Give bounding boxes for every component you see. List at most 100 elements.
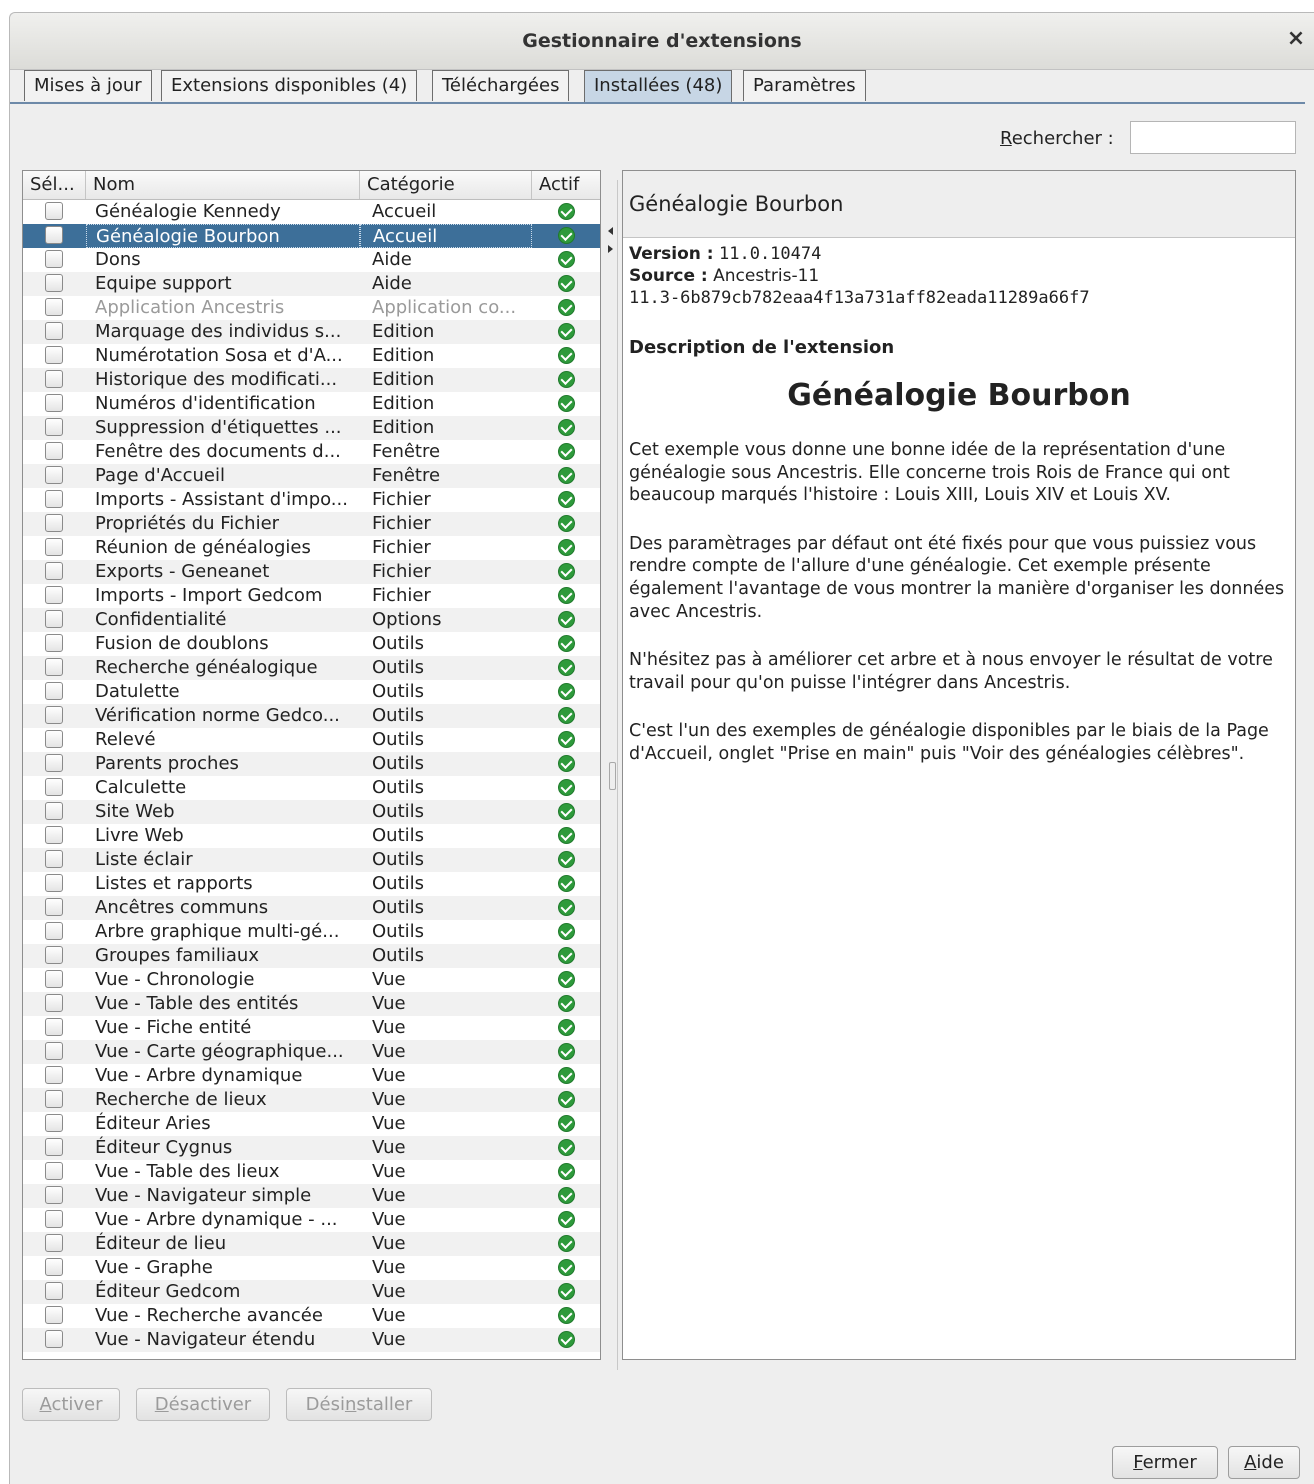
select-checkbox[interactable] [45, 1114, 63, 1132]
table-row[interactable]: Vue - Navigateur étendu Vue [23, 1328, 600, 1352]
select-checkbox[interactable] [45, 418, 63, 436]
select-checkbox[interactable] [45, 490, 63, 508]
select-checkbox[interactable] [45, 634, 63, 652]
help-button[interactable]: Aide [1228, 1446, 1300, 1479]
select-checkbox[interactable] [45, 562, 63, 580]
uninstall-button[interactable]: Désinstaller [286, 1388, 432, 1421]
table-row[interactable]: Arbre graphique multi-gé... Outils [23, 920, 600, 944]
table-row[interactable]: Parents proches Outils [23, 752, 600, 776]
column-header-category[interactable]: Catégorie [360, 171, 532, 199]
select-checkbox[interactable] [45, 898, 63, 916]
select-checkbox[interactable] [45, 994, 63, 1012]
table-row[interactable]: Relevé Outils [23, 728, 600, 752]
search-input[interactable] [1130, 121, 1296, 154]
select-checkbox[interactable] [45, 1258, 63, 1276]
table-row[interactable]: Numéros d'identification Edition [23, 392, 600, 416]
select-checkbox[interactable] [45, 1066, 63, 1084]
table-row[interactable]: Éditeur Cygnus Vue [23, 1136, 600, 1160]
select-checkbox[interactable] [45, 1138, 63, 1156]
select-checkbox[interactable] [45, 370, 63, 388]
table-row[interactable]: Recherche généalogique Outils [23, 656, 600, 680]
select-checkbox[interactable] [45, 1090, 63, 1108]
table-row[interactable]: Vue - Fiche entité Vue [23, 1016, 600, 1040]
table-row[interactable]: Datulette Outils [23, 680, 600, 704]
column-header-active[interactable]: Actif [532, 171, 600, 199]
collapse-left-arrow-icon[interactable] [608, 227, 613, 235]
table-row[interactable]: Imports - Import Gedcom Fichier [23, 584, 600, 608]
table-row[interactable]: Ancêtres communs Outils [23, 896, 600, 920]
select-checkbox[interactable] [45, 514, 63, 532]
collapse-right-arrow-icon[interactable] [608, 245, 613, 253]
table-row[interactable]: Vue - Graphe Vue [23, 1256, 600, 1280]
select-checkbox[interactable] [45, 274, 63, 292]
table-row[interactable]: Suppression d'étiquettes ... Edition [23, 416, 600, 440]
table-row[interactable]: Dons Aide [23, 248, 600, 272]
table-row[interactable]: Liste éclair Outils [23, 848, 600, 872]
table-row[interactable]: Propriétés du Fichier Fichier [23, 512, 600, 536]
select-checkbox[interactable] [45, 250, 63, 268]
column-header-select[interactable]: Sél... [23, 171, 86, 199]
select-checkbox[interactable] [45, 826, 63, 844]
column-header-name[interactable]: Nom [86, 171, 360, 199]
select-checkbox[interactable] [45, 682, 63, 700]
table-row[interactable]: Site Web Outils [23, 800, 600, 824]
select-checkbox[interactable] [45, 1306, 63, 1324]
select-checkbox[interactable] [45, 610, 63, 628]
select-checkbox[interactable] [45, 754, 63, 772]
table-row[interactable]: Numérotation Sosa et d'A... Edition [23, 344, 600, 368]
select-checkbox[interactable] [45, 1162, 63, 1180]
table-row[interactable]: Marquage des individus s... Edition [23, 320, 600, 344]
table-row[interactable]: Vue - Table des entités Vue [23, 992, 600, 1016]
table-row[interactable]: Exports - Geneanet Fichier [23, 560, 600, 584]
table-row[interactable]: Confidentialité Options [23, 608, 600, 632]
select-checkbox[interactable] [45, 1018, 63, 1036]
splitter-arrows[interactable] [608, 222, 616, 262]
select-checkbox[interactable] [45, 346, 63, 364]
table-row[interactable]: Historique des modificati... Edition [23, 368, 600, 392]
table-row[interactable]: Groupes familiaux Outils [23, 944, 600, 968]
table-row[interactable]: Application Ancestris Application co... [23, 296, 600, 320]
select-checkbox[interactable] [45, 298, 63, 316]
table-row[interactable]: Vue - Chronologie Vue [23, 968, 600, 992]
deactivate-button[interactable]: Désactiver [136, 1388, 270, 1421]
select-checkbox[interactable] [45, 226, 63, 244]
table-row[interactable]: Vue - Recherche avancée Vue [23, 1304, 600, 1328]
select-checkbox[interactable] [45, 706, 63, 724]
select-checkbox[interactable] [45, 946, 63, 964]
table-row[interactable]: Fusion de doublons Outils [23, 632, 600, 656]
select-checkbox[interactable] [45, 586, 63, 604]
select-checkbox[interactable] [45, 778, 63, 796]
select-checkbox[interactable] [45, 1282, 63, 1300]
table-row[interactable]: Equipe support Aide [23, 272, 600, 296]
table-row[interactable]: Généalogie Kennedy Accueil [23, 200, 600, 224]
close-icon[interactable]: × [1284, 27, 1308, 51]
tab-installed[interactable]: Installées (48) [584, 70, 733, 103]
table-row[interactable]: Éditeur de lieu Vue [23, 1232, 600, 1256]
select-checkbox[interactable] [45, 1186, 63, 1204]
select-checkbox[interactable] [45, 1042, 63, 1060]
select-checkbox[interactable] [45, 202, 63, 220]
table-row[interactable]: Éditeur Gedcom Vue [23, 1280, 600, 1304]
select-checkbox[interactable] [45, 1234, 63, 1252]
select-checkbox[interactable] [45, 1330, 63, 1348]
close-button[interactable]: Fermer [1112, 1446, 1218, 1479]
select-checkbox[interactable] [45, 802, 63, 820]
table-row[interactable]: Page d'Accueil Fenêtre [23, 464, 600, 488]
select-checkbox[interactable] [45, 874, 63, 892]
table-row[interactable]: Vue - Arbre dynamique Vue [23, 1064, 600, 1088]
activate-button[interactable]: Activer [22, 1388, 120, 1421]
table-row[interactable]: Fenêtre des documents d... Fenêtre [23, 440, 600, 464]
table-row[interactable]: Éditeur Aries Vue [23, 1112, 600, 1136]
select-checkbox[interactable] [45, 730, 63, 748]
select-checkbox[interactable] [45, 394, 63, 412]
tab-settings[interactable]: Paramètres [743, 70, 866, 101]
select-checkbox[interactable] [45, 922, 63, 940]
table-row[interactable]: Vue - Arbre dynamique - ... Vue [23, 1208, 600, 1232]
table-row[interactable]: Calculette Outils [23, 776, 600, 800]
table-row[interactable]: Imports - Assistant d'impo... Fichier [23, 488, 600, 512]
select-checkbox[interactable] [45, 970, 63, 988]
table-row[interactable]: Vérification norme Gedco... Outils [23, 704, 600, 728]
table-row[interactable]: Réunion de généalogies Fichier [23, 536, 600, 560]
table-row[interactable]: Listes et rapports Outils [23, 872, 600, 896]
table-row[interactable]: Vue - Navigateur simple Vue [23, 1184, 600, 1208]
